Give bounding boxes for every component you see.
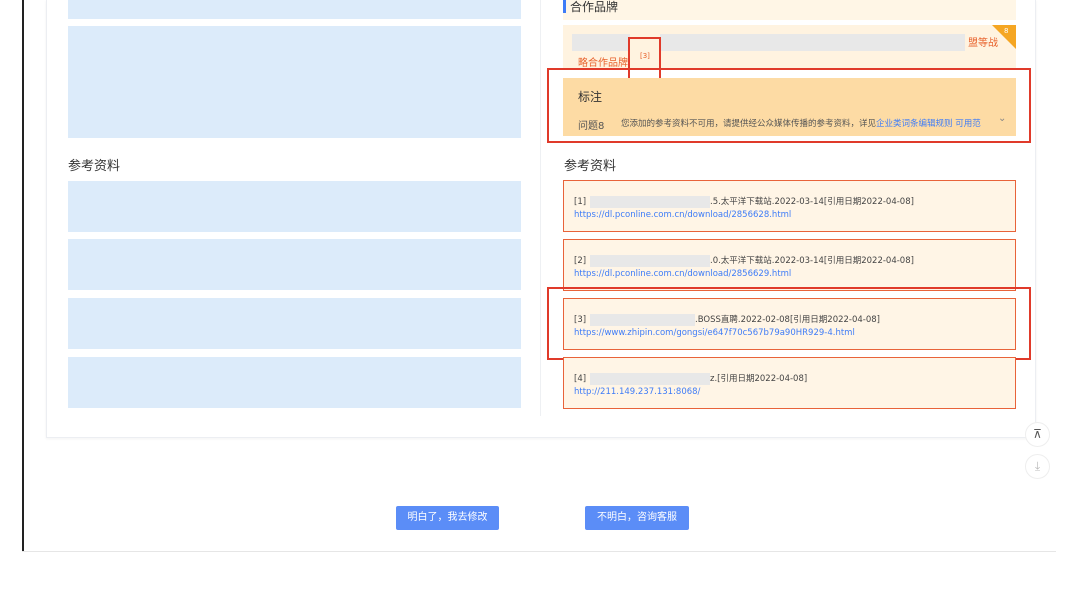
consult-service-button[interactable]: 不明白，咨询客服 bbox=[585, 506, 689, 530]
reference-item: [4] z.[引用日期2022-04-08] http://211.149.237… bbox=[563, 357, 1016, 409]
redacted-text bbox=[590, 195, 710, 208]
reference-text: .0.太平洋下载站.2022-03-14[引用日期2022-04-08] bbox=[710, 256, 914, 266]
reference-item: [1] .5.太平洋下载站.2022-03-14[引用日期2022-04-08] … bbox=[563, 180, 1016, 232]
column-divider bbox=[540, 0, 541, 416]
redacted-text bbox=[590, 372, 710, 385]
reference-link[interactable]: http://211.149.237.131:8068/ bbox=[574, 387, 700, 397]
corner-badge-number: 8 bbox=[1004, 27, 1009, 35]
left-reference-block bbox=[68, 239, 521, 290]
reference-item: [2] .0.太平洋下载站.2022-03-14[引用日期2022-04-08] … bbox=[563, 239, 1016, 291]
redacted-text bbox=[590, 254, 710, 267]
reference-index: [1] bbox=[574, 197, 587, 207]
section-accent-bar bbox=[563, 0, 566, 13]
left-reference-block bbox=[68, 357, 521, 408]
reference-text: z.[引用日期2022-04-08] bbox=[710, 374, 808, 384]
reference-index: [4] bbox=[574, 374, 587, 384]
brand-section-header bbox=[563, 0, 1016, 20]
left-reference-block bbox=[68, 181, 521, 232]
highlight-box-reference bbox=[547, 287, 1031, 360]
left-content-block bbox=[68, 0, 521, 19]
references-title: 参考资料 bbox=[564, 159, 617, 174]
brand-section-title: 合作品牌 bbox=[570, 0, 619, 14]
reference-text: .5.太平洋下载站.2022-03-14[引用日期2022-04-08] bbox=[710, 197, 914, 207]
redacted-text bbox=[572, 34, 630, 51]
left-reference-block bbox=[68, 298, 521, 349]
reference-link[interactable]: https://dl.pconline.com.cn/download/2856… bbox=[574, 269, 791, 279]
brand-label: 略合作品牌 bbox=[578, 58, 628, 69]
reference-link[interactable]: https://dl.pconline.com.cn/download/2856… bbox=[574, 210, 791, 220]
left-references-title: 参考资料 bbox=[68, 159, 121, 174]
back-to-top-icon[interactable]: ⊼ bbox=[1025, 422, 1050, 447]
download-icon[interactable]: ⤓ bbox=[1025, 454, 1050, 479]
window-bottom-edge bbox=[22, 551, 1056, 552]
left-content-block bbox=[68, 26, 521, 138]
highlight-box-annotation bbox=[547, 68, 1031, 143]
window-left-edge bbox=[22, 0, 24, 552]
reference-index: [2] bbox=[574, 256, 587, 266]
redacted-text bbox=[660, 34, 965, 51]
understand-button[interactable]: 明白了，我去修改 bbox=[396, 506, 499, 530]
